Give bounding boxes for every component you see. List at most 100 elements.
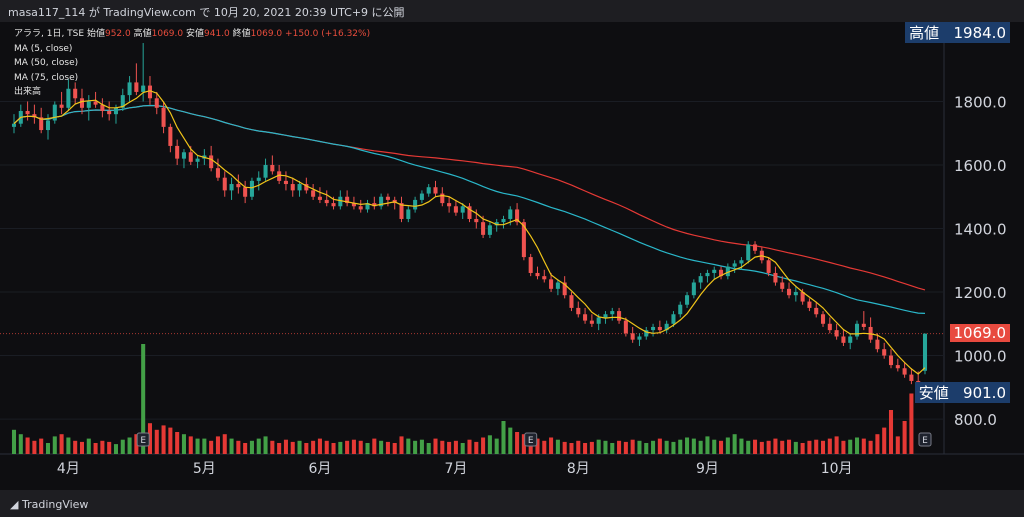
volume-bar (657, 438, 662, 454)
y-tick-label: 800.0 (954, 411, 997, 429)
candle-body (209, 155, 214, 169)
candle-body (460, 206, 465, 213)
candle-body (895, 365, 900, 369)
candle-body (79, 98, 85, 108)
volume-bar (52, 436, 57, 454)
tradingview-logo-text: TradingView (21, 498, 89, 511)
volume-bar (623, 441, 628, 454)
candle-body (854, 323, 860, 337)
volume-bar (73, 440, 78, 454)
volume-bar (453, 440, 458, 454)
low-price-badge: 安値 901.0 (914, 382, 1010, 403)
volume-bar (501, 421, 506, 454)
volume-bar (576, 440, 581, 454)
candle-body (705, 272, 710, 277)
candle-body (311, 190, 316, 197)
legend-ma5[interactable]: MA (5, close) (14, 42, 370, 57)
candle-body (290, 184, 295, 191)
footer-bar: ◢ TradingView (0, 490, 1024, 517)
volume-bar (351, 439, 356, 454)
candle-body (848, 336, 853, 343)
volume-bar (256, 438, 261, 454)
volume-bar (685, 437, 690, 454)
volume-bar (589, 441, 594, 454)
volume-bar (515, 432, 520, 454)
candle-body (501, 218, 506, 223)
candle-body (249, 180, 254, 197)
candle-body (610, 311, 615, 315)
volume-bar (793, 441, 798, 454)
volume-bar (59, 434, 64, 454)
candle-body (882, 349, 887, 356)
volume-bar (324, 440, 329, 454)
volume-bar (338, 441, 343, 454)
volume-bar (671, 441, 676, 454)
candle-body (698, 276, 703, 283)
candle-body (549, 279, 554, 289)
candle-body (528, 257, 533, 273)
y-tick-label: 1000.0 (954, 348, 1007, 366)
volume-bar (800, 443, 805, 454)
y-tick-label: 1200.0 (954, 284, 1007, 302)
volume-bar (311, 440, 316, 454)
volume-bar (419, 439, 424, 454)
candle-body (691, 282, 696, 296)
low-badge-label: 安値 (918, 384, 949, 402)
candle-body (385, 196, 390, 200)
legend-ma75[interactable]: MA (75, close) (14, 71, 370, 86)
candle-body (222, 177, 227, 191)
volume-bar (372, 438, 377, 454)
volume-bar (263, 436, 268, 454)
volume-bar (644, 443, 649, 454)
candle-body (270, 164, 275, 172)
volume-bar (705, 436, 710, 454)
candle-body (195, 158, 200, 162)
volume-bar (113, 444, 119, 454)
candle-body (256, 177, 261, 181)
legend-ma50[interactable]: MA (50, close) (14, 56, 370, 71)
volume-bar (202, 438, 207, 454)
candle-body (181, 152, 186, 159)
candle-body (807, 301, 812, 308)
volume-bar (107, 441, 112, 454)
volume-bar (392, 443, 397, 454)
x-tick-label: 8月 (567, 461, 590, 477)
x-tick-label: 9月 (696, 461, 719, 477)
volume-bar (120, 439, 125, 454)
close-value: 1069.0 (250, 29, 283, 39)
volume-bar (820, 440, 826, 454)
candle-body (834, 330, 839, 337)
volume-bar (79, 441, 85, 454)
volume-bar (154, 429, 159, 454)
volume-bar (222, 434, 227, 454)
volume-bar (440, 440, 445, 454)
volume-bar (637, 440, 642, 454)
earnings-marker-label: E (140, 436, 146, 446)
volume-bar (814, 439, 819, 454)
tradingview-logo[interactable]: ◢ TradingView (10, 498, 88, 511)
volume-bar (569, 443, 574, 454)
candle-body (780, 282, 785, 289)
candle-body (481, 222, 486, 235)
candle-body (542, 276, 547, 280)
candle-body (753, 244, 758, 251)
volume-bar (895, 436, 900, 454)
chart-legend: アララ, 1日, TSE 始値952.0 高値1069.0 安値941.0 終値… (14, 27, 370, 100)
candle-body (426, 187, 431, 194)
volume-bar (725, 437, 730, 454)
candle-body (324, 199, 329, 204)
candle-body (317, 196, 322, 200)
volume-bar (215, 436, 220, 454)
volume-bar (787, 439, 792, 454)
candle-body (447, 203, 452, 207)
volume-bar (447, 441, 452, 454)
volume-bar (195, 438, 200, 454)
y-tick-label: 1600.0 (954, 157, 1007, 175)
volume-bar (229, 438, 234, 454)
volume-bar (175, 432, 180, 454)
volume-bar (630, 439, 635, 454)
candle-body (25, 110, 30, 115)
candle-body (113, 107, 119, 115)
candle-body (535, 272, 540, 277)
legend-volume[interactable]: 出来高 (14, 85, 370, 100)
